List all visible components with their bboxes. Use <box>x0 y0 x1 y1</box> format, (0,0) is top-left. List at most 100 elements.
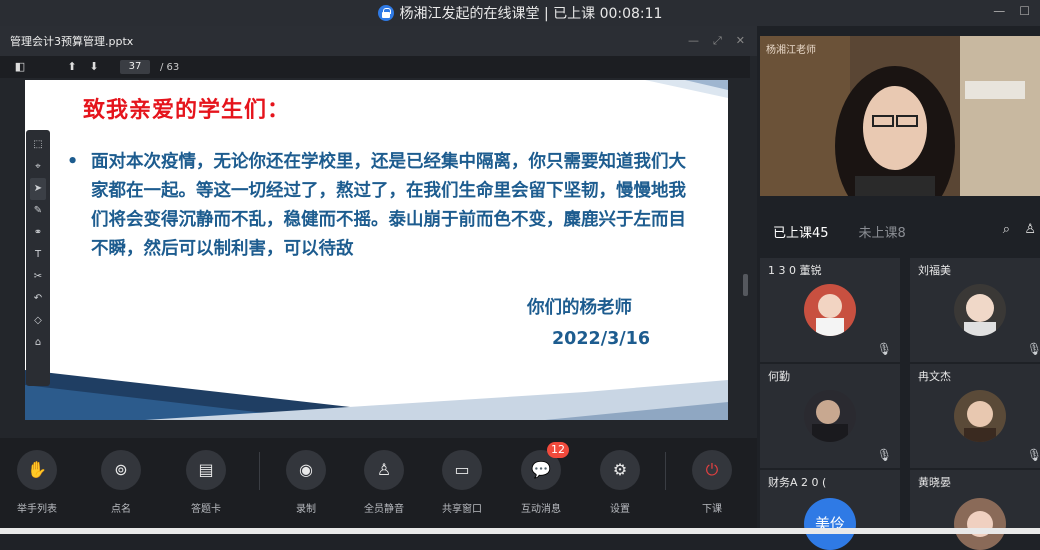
avatar <box>954 390 1006 442</box>
avatar <box>804 284 856 336</box>
student-name: 何勤 <box>768 370 790 383</box>
document-toolbar: ◧ ⬆ ⬇ 37 / 63 <box>0 56 750 78</box>
sidebar-toggle-icon[interactable]: ◧ <box>14 61 26 73</box>
slide-date: 2022/3/16 <box>552 329 651 349</box>
teacher-video: 杨湘江老师 <box>760 36 1040 196</box>
muted-users-icon: ♙ <box>364 450 404 490</box>
tab-absent[interactable]: 未上课8 <box>859 222 906 241</box>
student-name: 1 3 0 董锐 <box>768 264 822 277</box>
laser-pointer-icon[interactable]: ⌖ <box>30 156 46 178</box>
end-class-button[interactable]: ⏻ 下课 <box>682 450 742 515</box>
mic-muted-icon: 🎙 <box>1026 342 1040 356</box>
messages-button[interactable]: 💬 12 互动消息 <box>511 442 571 515</box>
bottom-strip <box>0 528 1040 534</box>
teacher-name-label: 杨湘江老师 <box>766 45 816 56</box>
attendance-tabs: 已上课45 未上课8 <box>757 214 1040 248</box>
student-tile[interactable]: 何勤 🎙 <box>760 364 900 468</box>
avatar: 美伶 <box>804 498 856 550</box>
chat-bubble-icon: 💬 12 <box>521 442 569 490</box>
student-tile[interactable]: 冉文杰 🎙 <box>910 364 1040 468</box>
student-tile[interactable]: 黄晓晏 <box>910 470 1040 550</box>
slide-canvas: 致我亲爱的学生们： • 面对本次疫情，无论你还在学校里，还是已经集中隔离，你只需… <box>25 80 728 420</box>
toolbar-divider <box>259 452 260 490</box>
page-down-icon[interactable]: ⬇ <box>88 61 100 73</box>
hand-list-label: 举手列表 <box>17 504 57 515</box>
doc-restore-icon[interactable]: ⤢ <box>713 34 722 48</box>
page-total: / 63 <box>160 61 180 73</box>
avatar <box>954 284 1006 336</box>
mute-all-button[interactable]: ♙ 全员静音 <box>354 450 414 515</box>
minimize-icon[interactable]: — <box>993 4 1005 18</box>
messages-label: 互动消息 <box>521 504 561 515</box>
slide-body-text: 面对本次疫情，无论你还在学校里，还是已经集中隔离，你只需要知道我们大家都在一起。… <box>91 152 686 259</box>
end-class-label: 下课 <box>702 504 722 515</box>
doc-close-icon[interactable]: ✕ <box>736 34 745 48</box>
slide-bullet: • <box>67 152 79 172</box>
rollcall-label: 点名 <box>111 504 131 515</box>
scissors-icon[interactable]: ✂ <box>30 266 46 288</box>
undo-icon[interactable]: ↶ <box>30 288 46 310</box>
slide-title: 致我亲爱的学生们： <box>83 98 291 123</box>
window-title: 杨湘江发起的在线课堂 | 已上课 00:08:11 <box>399 6 663 22</box>
mic-muted-icon: 🎙 <box>876 342 892 356</box>
doc-minimize-icon[interactable]: — <box>688 34 699 48</box>
user-icon[interactable]: ♙ <box>1024 222 1036 237</box>
gear-icon: ⚙ <box>600 450 640 490</box>
shapes-icon[interactable]: ⚭ <box>30 222 46 244</box>
share-window-label: 共享窗口 <box>442 504 482 515</box>
document-filename: 管理会计3预算管理.pptx <box>10 35 134 48</box>
teacher-video-image <box>760 36 1040 196</box>
select-arrow-icon[interactable]: ➤ <box>30 178 46 200</box>
power-icon: ⏻ <box>692 450 732 490</box>
lock-icon <box>377 5 394 21</box>
settings-button[interactable]: ⚙ 设置 <box>590 450 650 515</box>
participants-panel: 杨湘江老师 已上课45 未上课8 ⌕ ♙ 1 3 0 董锐 🎙 刘福美 🎙 何勤… <box>757 26 1040 550</box>
student-name: 黄晓晏 <box>918 476 951 489</box>
mic-muted-icon: 🎙 <box>1026 448 1040 462</box>
toolbar-divider <box>665 452 666 490</box>
classroom-toolbar: ✋ 举手列表 ⊚ 点名 ▤ 答题卡 ◉ 录制 ♙ 全员静音 ▭ 共享窗口 💬 1… <box>0 438 757 534</box>
avatar <box>954 498 1006 550</box>
record-button[interactable]: ◉ 录制 <box>276 450 336 515</box>
student-tile[interactable]: 刘福美 🎙 <box>910 258 1040 362</box>
student-tile[interactable]: 财务A 2 0 ( 美伶 <box>760 470 900 550</box>
presentation-stage: 管理会计3预算管理.pptx — ⤢ ✕ ◧ ⬆ ⬇ 37 / 63 致我亲爱的… <box>0 26 757 438</box>
messages-badge: 12 <box>547 442 569 458</box>
window-controls: — ☐ <box>993 4 1030 18</box>
location-pin-icon: ⊚ <box>101 450 141 490</box>
rollcall-button[interactable]: ⊚ 点名 <box>91 450 151 515</box>
student-tile[interactable]: 1 3 0 董锐 🎙 <box>760 258 900 362</box>
avatar <box>804 390 856 442</box>
clear-icon[interactable]: ⌂ <box>30 332 46 354</box>
answer-card-button[interactable]: ▤ 答题卡 <box>176 450 236 515</box>
page-up-icon[interactable]: ⬆ <box>66 61 78 73</box>
settings-label: 设置 <box>610 504 630 515</box>
maximize-icon[interactable]: ☐ <box>1019 4 1030 18</box>
slide-signature: 你们的杨老师 <box>527 298 632 318</box>
mic-muted-icon: 🎙 <box>876 448 892 462</box>
pen-icon[interactable]: ✎ <box>30 200 46 222</box>
record-label: 录制 <box>296 504 316 515</box>
stage-scrollbar[interactable] <box>743 274 748 296</box>
eraser-icon[interactable]: ◇ <box>30 310 46 332</box>
student-name: 刘福美 <box>918 264 951 277</box>
document-header: 管理会计3预算管理.pptx — ⤢ ✕ <box>0 26 757 56</box>
text-tool-icon[interactable]: T <box>30 244 46 266</box>
slide-body: • 面对本次疫情，无论你还在学校里，还是已经集中隔离，你只需要知道我们大家都在一… <box>67 148 695 264</box>
cursor-icon[interactable]: ⬚ <box>30 134 46 156</box>
record-icon: ◉ <box>286 450 326 490</box>
card-icon: ▤ <box>186 450 226 490</box>
window-titlebar: 杨湘江发起的在线课堂 | 已上课 00:08:11 — ☐ <box>0 0 1040 26</box>
screen-share-icon: ▭ <box>442 450 482 490</box>
answer-card-label: 答题卡 <box>191 504 221 515</box>
hand-list-button[interactable]: ✋ 举手列表 <box>7 450 67 515</box>
hand-icon: ✋ <box>17 450 57 490</box>
student-name: 财务A 2 0 ( <box>768 476 827 489</box>
annotation-toolbar: ⬚ ⌖ ➤ ✎ ⚭ T ✂ ↶ ◇ ⌂ <box>26 130 50 386</box>
mute-all-label: 全员静音 <box>364 504 404 515</box>
tab-attended[interactable]: 已上课45 <box>773 222 829 241</box>
student-name: 冉文杰 <box>918 370 951 383</box>
search-icon[interactable]: ⌕ <box>1003 222 1010 237</box>
share-window-button[interactable]: ▭ 共享窗口 <box>432 450 492 515</box>
page-number-input[interactable]: 37 <box>120 60 150 74</box>
